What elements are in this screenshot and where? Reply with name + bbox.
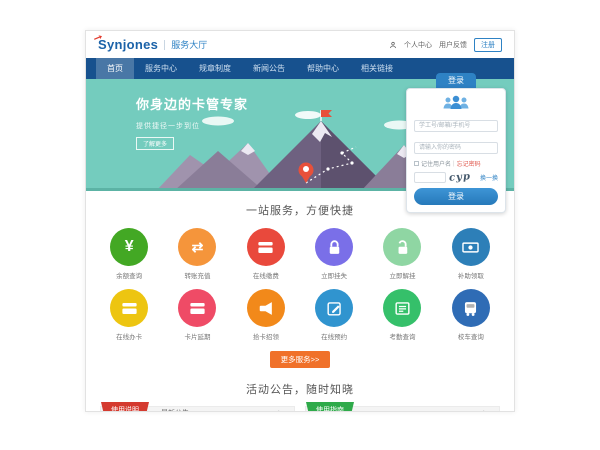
- login-tab[interactable]: 登录: [436, 73, 476, 88]
- captcha-row: cyp 换一换: [414, 172, 498, 183]
- right-tab-bar: 使用指南 更多>>: [305, 406, 500, 412]
- service-item[interactable]: ¥ 余额查询: [95, 228, 163, 280]
- service-label: 转账充值: [163, 270, 231, 280]
- edit-icon: [325, 299, 344, 318]
- unlock-icon: [393, 238, 412, 257]
- right-more-link[interactable]: 更多>>: [475, 409, 499, 413]
- bank-card-icon: [120, 299, 139, 318]
- service-item[interactable]: 拾卡招领: [232, 289, 300, 341]
- hero-subtitle: 提供捷径一步到位: [136, 121, 248, 131]
- transfer-arrows-icon: ⇄: [192, 240, 204, 254]
- login-submit-button[interactable]: 登录: [414, 188, 498, 205]
- logo-text: Synjones: [98, 37, 158, 52]
- service-item[interactable]: 立即挂失: [300, 228, 368, 280]
- nav-item[interactable]: 规章制度: [188, 58, 242, 79]
- logo-red-arrow-icon: [94, 34, 102, 42]
- usage-notes-tab[interactable]: 使用说明: [101, 402, 149, 412]
- users-group-icon: [441, 95, 471, 110]
- usage-guide-tab[interactable]: 使用指南: [306, 402, 354, 412]
- hero-copy: 你身边的卡管专家 提供捷径一步到位 了解更多: [136, 94, 248, 151]
- forgot-password-link[interactable]: 忘记密码: [457, 159, 481, 168]
- nav-item[interactable]: 服务中心: [134, 58, 188, 79]
- user-menu: 个人中心 用户反馈 注册: [389, 38, 502, 52]
- service-item[interactable]: 在线缴费: [232, 228, 300, 280]
- announcements-title: 活动公告，随时知晓: [86, 381, 514, 397]
- bank-card-icon: [256, 238, 275, 257]
- user-feedback-link[interactable]: 用户反馈: [439, 40, 467, 50]
- service-label: 立即挂失: [300, 270, 368, 280]
- service-label: 考勤查询: [368, 331, 436, 341]
- captcha-image: cyp: [449, 171, 472, 184]
- hero-title: 你身边的卡管专家: [136, 94, 248, 113]
- yen-icon: ¥: [125, 239, 134, 255]
- nav-item[interactable]: 首页: [96, 58, 134, 79]
- service-label: 卡片延期: [163, 331, 231, 341]
- username-input[interactable]: [414, 120, 498, 132]
- bank-card-icon: [188, 299, 207, 318]
- service-item[interactable]: 卡片延期: [163, 289, 231, 341]
- service-item[interactable]: 考勤查询: [368, 289, 436, 341]
- service-label: 在线预约: [300, 331, 368, 341]
- remember-checkbox[interactable]: [414, 161, 419, 166]
- service-label: 余额查询: [95, 270, 163, 280]
- logo: Synjones 服务大厅: [98, 37, 207, 52]
- service-label: 拾卡招领: [232, 331, 300, 341]
- person-icon: [389, 41, 397, 49]
- service-item[interactable]: ⇄ 转账充值: [163, 228, 231, 280]
- register-button[interactable]: 注册: [474, 38, 502, 52]
- site-header: Synjones 服务大厅 个人中心 用户反馈 注册: [86, 31, 514, 58]
- latest-announcements-tab[interactable]: 最新公告: [161, 408, 189, 412]
- service-label: 立即解挂: [368, 270, 436, 280]
- announcements-section: 活动公告，随时知晓 使用说明 最新公告 更多>> 使用指南 更多>>: [86, 381, 514, 412]
- page-canvas: Synjones 服务大厅 个人中心 用户反馈 注册 首页服务中心规章制度新闻公…: [0, 0, 600, 450]
- captcha-refresh-link[interactable]: 换一换: [480, 173, 498, 182]
- service-label: 在线办卡: [95, 331, 163, 341]
- login-panel: 登录 记住用户名 | 忘记密码: [406, 73, 506, 213]
- bus-icon: [461, 299, 480, 318]
- service-item[interactable]: 补助领取: [437, 228, 505, 280]
- service-label: 在线缴费: [232, 270, 300, 280]
- nav-item[interactable]: 新闻公告: [242, 58, 296, 79]
- banknote-icon: [461, 238, 480, 257]
- more-services-button[interactable]: 更多服务>>: [270, 351, 331, 368]
- nav-item[interactable]: 相关链接: [350, 58, 404, 79]
- left-tab-bar: 使用说明 最新公告 更多>>: [100, 406, 295, 412]
- nav-item[interactable]: 帮助中心: [296, 58, 350, 79]
- site-name: 服务大厅: [164, 40, 207, 50]
- site-frame: Synjones 服务大厅 个人中心 用户反馈 注册 首页服务中心规章制度新闻公…: [85, 30, 515, 412]
- lock-icon: [325, 238, 344, 257]
- personal-center-link[interactable]: 个人中心: [404, 40, 432, 50]
- hero-cta-button[interactable]: 了解更多: [136, 137, 174, 150]
- service-item[interactable]: 在线预约: [300, 289, 368, 341]
- captcha-input[interactable]: [414, 172, 446, 183]
- divider: |: [453, 161, 455, 167]
- login-options: 记住用户名 | 忘记密码: [414, 159, 498, 168]
- password-input[interactable]: [414, 142, 498, 154]
- announcements-right-column: 使用指南 更多>>: [305, 406, 500, 412]
- services-grid: ¥ 余额查询 ⇄ 转账充值在线缴费立即挂失立即解挂补助领取在线办卡卡片延期拾卡招领在线…: [95, 228, 505, 341]
- checklist-icon: [393, 299, 412, 318]
- announcements-left-column: 使用说明 最新公告 更多>>: [100, 406, 295, 412]
- remember-label: 记住用户名: [421, 159, 451, 168]
- service-item[interactable]: 立即解挂: [368, 228, 436, 280]
- services-section: 一站服务，方便快捷 ¥余额查询⇄转账充值在线缴费立即挂失立即解挂补助领取在线办卡…: [86, 191, 514, 368]
- service-label: 补助领取: [437, 270, 505, 280]
- service-item[interactable]: 在线办卡: [95, 289, 163, 341]
- service-label: 校车查询: [437, 331, 505, 341]
- service-item[interactable]: 校车查询: [437, 289, 505, 341]
- megaphone-icon: [256, 299, 275, 318]
- left-more-link[interactable]: 更多>>: [270, 409, 294, 413]
